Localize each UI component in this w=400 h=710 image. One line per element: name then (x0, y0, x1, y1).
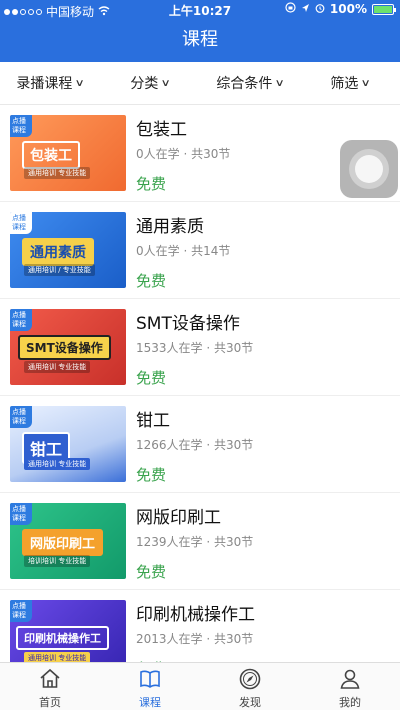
thumbnail-subtitle: 培训培训 专业技能 (24, 555, 91, 567)
course-meta: 1533人在学 · 共30节 (136, 341, 254, 355)
tab-courses[interactable]: 课程 (100, 663, 200, 710)
course-tag: 点播 课程 (10, 600, 32, 622)
course-title: 钳工 (136, 411, 170, 431)
filter-recorded-courses[interactable]: 录播课程 ∨ (0, 62, 100, 104)
course-thumbnail: 点播 课程 SMT设备操作 通用培训 专业技能 (10, 309, 126, 385)
course-title: 通用素质 (136, 217, 204, 237)
course-item[interactable]: 点播 课程 网版印刷工 培训培训 专业技能 网版印刷工 1239人在学 · 共3… (0, 493, 400, 590)
nav-bar: 课程 (0, 20, 400, 62)
filter-label: 综合条件 (216, 76, 273, 92)
filter-bar: 录播课程 ∨ 分类 ∨ 综合条件 ∨ 筛选 ∨ (0, 62, 400, 105)
course-price: 免费 (136, 466, 167, 484)
chevron-down-icon: ∨ (160, 77, 172, 89)
course-tag: 点播 课程 (10, 309, 32, 331)
tab-home[interactable]: 首页 (0, 663, 100, 710)
course-meta: 0人在学 · 共30节 (136, 147, 231, 161)
tab-bar: 首页 课程 发现 我的 (0, 662, 400, 710)
thumbnail-title: SMT设备操作 (18, 335, 111, 360)
compass-icon (238, 667, 262, 694)
alarm-icon (315, 2, 325, 16)
course-item[interactable]: 点播 课程 印刷机械操作工 通用培训 专业技能 印刷机械操作工 2013人在学 … (0, 590, 400, 662)
course-tag: 点播 课程 (10, 406, 32, 428)
course-price: 免费 (136, 369, 167, 387)
status-bar: 中国移动 上午10:27 100% (0, 0, 400, 20)
book-icon (138, 667, 162, 694)
tab-discover[interactable]: 发现 (200, 663, 300, 710)
thumbnail-subtitle: 通用培训 专业技能 (24, 167, 91, 179)
course-meta: 1266人在学 · 共30节 (136, 438, 254, 452)
thumbnail-subtitle: 通用培训 专业技能 (24, 652, 91, 662)
filter-sort[interactable]: 综合条件 ∨ (200, 62, 300, 104)
thumbnail-title: 通用素质 (22, 238, 94, 266)
course-thumbnail: 点播 课程 钳工 通用培训 专业技能 (10, 406, 126, 482)
battery-percent: 100% (329, 2, 367, 16)
course-item[interactable]: 点播 课程 SMT设备操作 通用培训 专业技能 SMT设备操作 1533人在学 … (0, 299, 400, 396)
tab-label: 我的 (339, 696, 361, 709)
thumbnail-subtitle: 通用培训 专业技能 (24, 361, 91, 373)
course-price: 免费 (136, 563, 167, 581)
course-tag: 点播 课程 (10, 212, 32, 234)
filter-label: 筛选 (330, 76, 359, 92)
thumbnail-subtitle: 通用培训 / 专业技能 (24, 264, 95, 276)
course-thumbnail: 点播 课程 通用素质 通用培训 / 专业技能 (10, 212, 126, 288)
assistive-touch-button[interactable] (340, 140, 398, 198)
tab-label: 首页 (39, 696, 61, 709)
course-meta: 1239人在学 · 共30节 (136, 535, 254, 549)
chevron-down-icon: ∨ (274, 77, 286, 89)
filter-screen[interactable]: 筛选 ∨ (300, 62, 400, 104)
course-title: 印刷机械操作工 (136, 605, 255, 625)
location-icon (301, 2, 310, 16)
filter-category[interactable]: 分类 ∨ (100, 62, 200, 104)
page-title: 课程 (182, 29, 218, 50)
assistive-touch-core (355, 155, 383, 183)
status-bar-right: 100% (285, 2, 396, 16)
thumbnail-title: 印刷机械操作工 (16, 626, 109, 650)
course-thumbnail: 点播 课程 印刷机械操作工 通用培训 专业技能 (10, 600, 126, 662)
course-item[interactable]: 点播 课程 钳工 通用培训 专业技能 钳工 1266人在学 · 共30节 免费 (0, 396, 400, 493)
filter-label: 录播课程 (16, 76, 73, 92)
course-thumbnail: 点播 课程 包装工 通用培训 专业技能 (10, 115, 126, 191)
thumbnail-title: 网版印刷工 (22, 529, 104, 556)
home-icon (38, 667, 62, 694)
tab-profile[interactable]: 我的 (300, 663, 400, 710)
user-icon (338, 667, 362, 694)
course-tag: 点播 课程 (10, 115, 32, 137)
battery-icon (372, 3, 396, 15)
filter-label: 分类 (130, 76, 159, 92)
course-title: SMT设备操作 (136, 314, 240, 334)
course-price: 免费 (136, 272, 167, 290)
thumbnail-subtitle: 通用培训 专业技能 (24, 458, 91, 470)
chevron-down-icon: ∨ (74, 77, 86, 89)
lock-rotation-icon (285, 2, 296, 16)
course-title: 网版印刷工 (136, 508, 221, 528)
thumbnail-title: 包装工 (22, 141, 80, 169)
course-meta: 0人在学 · 共14节 (136, 244, 231, 258)
tab-label: 课程 (139, 696, 161, 709)
tab-label: 发现 (239, 696, 261, 709)
course-thumbnail: 点播 课程 网版印刷工 培训培训 专业技能 (10, 503, 126, 579)
course-meta: 2013人在学 · 共30节 (136, 632, 254, 646)
course-item[interactable]: 点播 课程 通用素质 通用培训 / 专业技能 通用素质 0人在学 · 共14节 … (0, 202, 400, 299)
chevron-down-icon: ∨ (360, 77, 372, 89)
course-title: 包装工 (136, 120, 187, 140)
course-tag: 点播 课程 (10, 503, 32, 525)
course-price: 免费 (136, 175, 167, 193)
